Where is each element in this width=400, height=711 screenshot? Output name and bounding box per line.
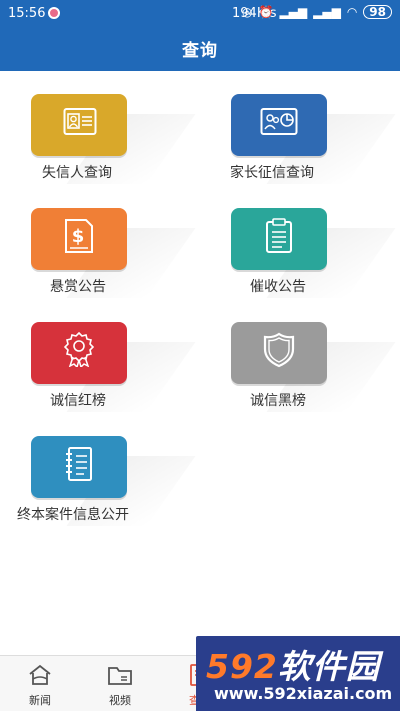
home-icon bbox=[29, 664, 51, 685]
tile-collection-notice[interactable]: 催收公告 bbox=[200, 206, 400, 318]
svg-text:$: $ bbox=[72, 226, 85, 247]
tile-card[interactable] bbox=[31, 94, 127, 156]
tile-case-disclosure[interactable]: 终本案件信息公开 bbox=[0, 434, 200, 546]
folder-icon bbox=[108, 667, 132, 685]
nav-label: 新闻 bbox=[29, 694, 51, 707]
tile-bounty-notice[interactable]: $ 悬赏公告 bbox=[0, 206, 200, 318]
family-report-icon bbox=[260, 108, 298, 135]
notebook-icon bbox=[66, 447, 92, 481]
tile-label: 诚信黑榜 bbox=[250, 393, 306, 409]
app-header: 15:56 194K/s ◎ ⏰ ▂▄▆ ▂▄▆ ◠ 98 查询 bbox=[0, 0, 400, 71]
status-time: 15:56 bbox=[8, 6, 46, 21]
tile-integrity-red-list[interactable]: 诚信红榜 bbox=[0, 320, 200, 432]
nav-label: 视频 bbox=[109, 694, 131, 707]
status-bar: 15:56 194K/s ◎ ⏰ ▂▄▆ ▂▄▆ ◠ 98 bbox=[0, 0, 400, 26]
tile-integrity-black-list[interactable]: 诚信黑榜 bbox=[200, 320, 400, 432]
clipboard-icon bbox=[266, 218, 292, 253]
tile-label: 家长征信查询 bbox=[230, 165, 314, 181]
signal-icon-2: ▂▄▆ bbox=[313, 5, 341, 19]
battery-icon: 98 bbox=[363, 5, 392, 19]
page-title: 查询 bbox=[182, 41, 218, 61]
tile-card[interactable] bbox=[31, 322, 127, 384]
shield-icon bbox=[263, 332, 295, 368]
tile-card[interactable] bbox=[31, 436, 127, 498]
nav-video[interactable]: 视频 bbox=[80, 656, 160, 711]
app-notification-icon bbox=[48, 7, 60, 19]
tile-card[interactable] bbox=[231, 94, 327, 156]
watermark-brand: 592软件园 bbox=[206, 647, 380, 686]
alarm-icon: ⏰ bbox=[258, 5, 274, 19]
tile-label: 催收公告 bbox=[250, 279, 306, 295]
signal-icon: ▂▄▆ bbox=[279, 5, 308, 19]
tile-card[interactable]: $ bbox=[31, 208, 127, 270]
status-icons: ◎ ⏰ ▂▄▆ ▂▄▆ ◠ 98 bbox=[242, 5, 392, 19]
tile-label: 诚信红榜 bbox=[50, 393, 106, 409]
wifi-icon: ◠ bbox=[346, 5, 358, 19]
tile-label: 悬赏公告 bbox=[50, 279, 106, 295]
watermark-url: www.592xiazai.com bbox=[214, 684, 393, 703]
tile-label: 终本案件信息公开 bbox=[17, 507, 129, 523]
tile-parent-credit-query[interactable]: 家长征信查询 bbox=[200, 92, 400, 204]
id-card-icon bbox=[63, 108, 97, 135]
dollar-document-icon: $ bbox=[65, 219, 93, 253]
tile-card[interactable] bbox=[231, 208, 327, 270]
nav-news[interactable]: 新闻 bbox=[0, 656, 80, 711]
hotspot-icon: ◎ bbox=[242, 5, 253, 19]
tile-label: 失信人查询 bbox=[42, 165, 112, 181]
watermark-logo: 592软件园 www.592xiazai.com bbox=[196, 636, 400, 711]
tile-card[interactable] bbox=[231, 322, 327, 384]
tile-dishonest-query[interactable]: 失信人查询 bbox=[0, 92, 200, 204]
award-badge-icon bbox=[64, 331, 94, 367]
